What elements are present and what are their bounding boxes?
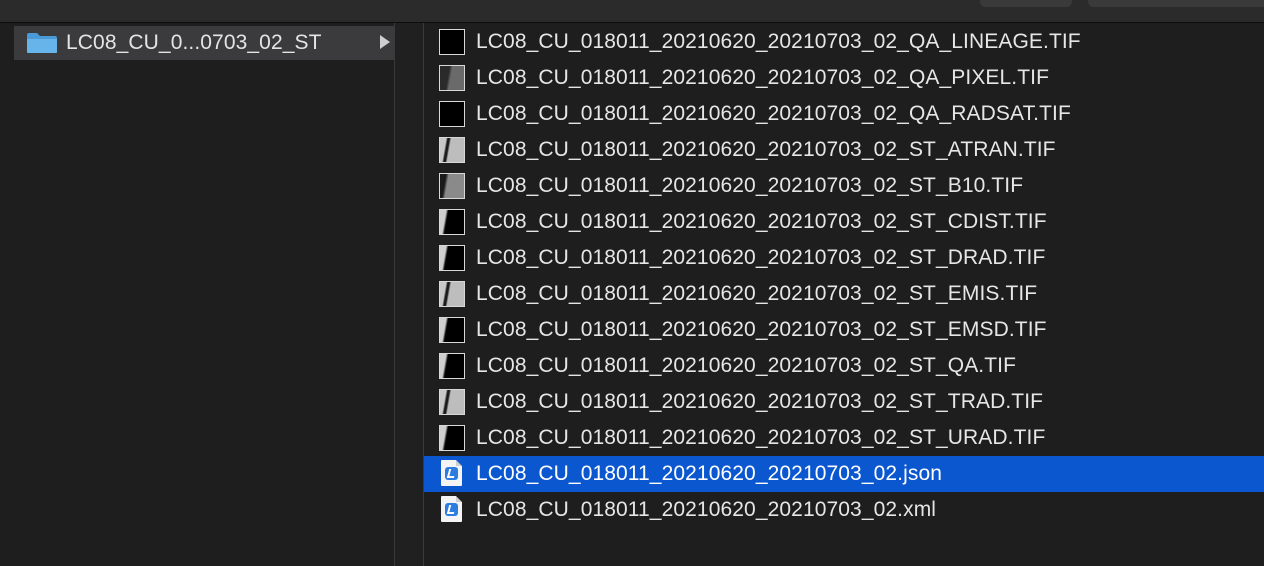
file-row[interactable]: LC08_CU_018011_20210620_20210703_02_ST_A… [424,132,1264,168]
file-name: LC08_CU_018011_20210620_20210703_02_ST_E… [476,282,1038,305]
toolbar-search-field[interactable] [1088,0,1264,7]
file-row[interactable]: LC08_CU_018011_20210620_20210703_02_ST_Q… [424,348,1264,384]
tif-thumbnail-icon [438,28,466,56]
tif-thumbnail-icon [438,316,466,344]
file-name: LC08_CU_018011_20210620_20210703_02_ST_T… [476,390,1044,413]
file-row[interactable]: LC08_CU_018011_20210620_20210703_02.json [424,456,1264,492]
folder-name: LC08_CU_0...0703_02_ST [66,31,322,54]
tif-thumbnail-icon [438,208,466,236]
file-name: LC08_CU_018011_20210620_20210703_02_QA_L… [476,30,1081,53]
tif-thumbnail-icon [438,388,466,416]
file-row[interactable]: LC08_CU_018011_20210620_20210703_02_QA_P… [424,60,1264,96]
file-name: LC08_CU_018011_20210620_20210703_02_ST_U… [476,426,1046,449]
json-document-icon [438,460,466,488]
file-name: LC08_CU_018011_20210620_20210703_02_QA_P… [476,66,1050,89]
file-row[interactable]: LC08_CU_018011_20210620_20210703_02_ST_B… [424,168,1264,204]
file-name: LC08_CU_018011_20210620_20210703_02_ST_A… [476,138,1056,161]
column-gap [395,23,423,566]
folder-row-selected[interactable]: LC08_CU_0...0703_02_ST [14,26,394,60]
file-row[interactable]: LC08_CU_018011_20210620_20210703_02.xml [424,492,1264,528]
finder-toolbar [0,0,1264,23]
toolbar-button[interactable] [980,0,1072,7]
file-row[interactable]: LC08_CU_018011_20210620_20210703_02_QA_L… [424,24,1264,60]
folder-column [14,23,394,566]
file-name: LC08_CU_018011_20210620_20210703_02_ST_E… [476,318,1047,341]
file-name: LC08_CU_018011_20210620_20210703_02_ST_B… [476,174,1024,197]
file-name: LC08_CU_018011_20210620_20210703_02.xml [476,498,937,521]
chevron-right-icon [380,35,390,49]
tif-thumbnail-icon [438,352,466,380]
file-name: LC08_CU_018011_20210620_20210703_02.json [476,462,943,485]
tif-thumbnail-icon [438,172,466,200]
tif-thumbnail-icon [438,136,466,164]
file-row[interactable]: LC08_CU_018011_20210620_20210703_02_ST_E… [424,312,1264,348]
column-edge [0,23,14,566]
tif-thumbnail-icon [438,424,466,452]
folder-icon [26,32,58,54]
file-name: LC08_CU_018011_20210620_20210703_02_ST_C… [476,210,1047,233]
tif-thumbnail-icon [438,244,466,272]
file-row[interactable]: LC08_CU_018011_20210620_20210703_02_ST_D… [424,240,1264,276]
file-name: LC08_CU_018011_20210620_20210703_02_ST_Q… [476,354,1017,377]
file-row[interactable]: LC08_CU_018011_20210620_20210703_02_ST_E… [424,276,1264,312]
file-name: LC08_CU_018011_20210620_20210703_02_ST_D… [476,246,1046,269]
xml-document-icon [438,496,466,524]
tif-thumbnail-icon [438,64,466,92]
file-row[interactable]: LC08_CU_018011_20210620_20210703_02_QA_R… [424,96,1264,132]
file-row[interactable]: LC08_CU_018011_20210620_20210703_02_ST_U… [424,420,1264,456]
file-list: LC08_CU_018011_20210620_20210703_02_QA_L… [424,24,1264,528]
tif-thumbnail-icon [438,280,466,308]
file-row[interactable]: LC08_CU_018011_20210620_20210703_02_ST_C… [424,204,1264,240]
file-row[interactable]: LC08_CU_018011_20210620_20210703_02_ST_T… [424,384,1264,420]
tif-thumbnail-icon [438,100,466,128]
file-name: LC08_CU_018011_20210620_20210703_02_QA_R… [476,102,1071,125]
